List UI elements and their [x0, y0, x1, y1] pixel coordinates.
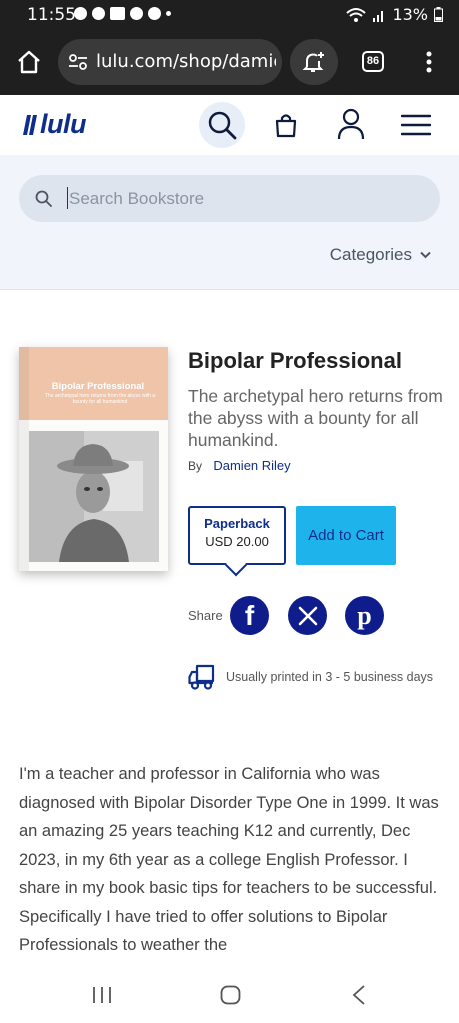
author-link[interactable]: Damien Riley [213, 458, 290, 473]
chat-icon [92, 7, 105, 20]
message-icon [110, 7, 125, 20]
book-subtitle: The archetypal hero returns from the aby… [188, 386, 443, 450]
battery-percent: 13% [392, 5, 428, 24]
x-icon [298, 606, 317, 625]
author-photo-image [29, 431, 159, 562]
byline: By Damien Riley [188, 458, 291, 473]
status-right: 13% [346, 5, 443, 24]
search-section: Search Bookstore Categories [0, 155, 459, 290]
search-placeholder: Search Bookstore [69, 189, 205, 208]
search-toggle-button[interactable] [199, 102, 245, 148]
browser-toolbar: lulu.com/shop/damie 86 [0, 30, 459, 95]
book-cover[interactable]: Bipolar Professional The archetypal hero… [19, 347, 168, 571]
cover-title: Bipolar Professional [51, 381, 145, 392]
more-notifications-icon [166, 11, 171, 16]
truck-icon [188, 664, 215, 690]
url-text: lulu.com/shop/damie [96, 51, 276, 72]
home-icon[interactable] [16, 50, 42, 74]
site-header: lulu [0, 95, 459, 155]
battery-icon [434, 7, 443, 22]
facebook-share-button[interactable]: f [230, 596, 269, 635]
book-title: Bipolar Professional [188, 348, 402, 373]
search-icon [208, 111, 237, 140]
status-time: 11:55 [27, 5, 76, 25]
home-nav-icon[interactable] [220, 985, 241, 1005]
dnd-icon [74, 7, 87, 20]
categories-label: Categories [329, 245, 412, 264]
lulu-logo[interactable]: lulu [22, 109, 87, 140]
search-icon [35, 190, 52, 207]
pinterest-share-button[interactable]: p [345, 596, 384, 635]
cover-subtitle: The archetypal hero returns from the aby… [44, 393, 156, 405]
x-share-button[interactable] [288, 596, 327, 635]
wifi-icon [346, 7, 367, 22]
back-icon[interactable] [352, 985, 366, 1005]
categories-dropdown[interactable]: Categories [330, 245, 431, 265]
cover-photo [29, 431, 159, 562]
app-notification-icon [148, 7, 161, 20]
status-bar: 11:55 13% [0, 0, 459, 30]
url-bar[interactable]: lulu.com/shop/damie [58, 39, 282, 85]
site-settings-icon[interactable] [68, 53, 88, 71]
facebook-icon: f [244, 599, 255, 631]
menu-icon[interactable] [401, 113, 431, 137]
messenger-icon [130, 7, 143, 20]
logo-text: lulu [40, 109, 87, 139]
search-input[interactable]: Search Bookstore [19, 175, 440, 222]
account-icon[interactable] [337, 108, 365, 140]
tab-switcher-button[interactable]: 86 [362, 51, 384, 72]
chevron-down-icon [420, 251, 431, 259]
cover-spine [19, 347, 29, 571]
format-name: Paperback [204, 516, 270, 531]
book-description: I'm a teacher and professor in Californi… [19, 765, 439, 954]
lulu-logo-mark-icon [23, 114, 37, 135]
recent-apps-icon[interactable] [92, 986, 112, 1004]
format-option-paperback[interactable]: Paperback USD 20.00 [188, 506, 286, 577]
system-nav-bar [0, 965, 459, 1023]
selected-pointer [224, 553, 248, 577]
cart-icon[interactable] [273, 112, 299, 138]
format-price: USD 20.00 [205, 534, 269, 549]
notification-icons [74, 7, 171, 20]
more-options-icon[interactable] [425, 51, 433, 73]
pinterest-icon: p [357, 600, 372, 630]
text-cursor [67, 187, 68, 209]
notifications-button[interactable] [290, 39, 338, 85]
signal-icon [373, 10, 384, 22]
add-to-cart-button[interactable]: Add to Cart [296, 506, 396, 565]
shipping-text: Usually printed in 3 - 5 business days [226, 670, 434, 684]
by-label: By [188, 459, 203, 473]
share-label: Share [188, 608, 223, 623]
bell-plus-icon [302, 52, 324, 72]
shipping-info: Usually printed in 3 - 5 business days [188, 664, 433, 690]
